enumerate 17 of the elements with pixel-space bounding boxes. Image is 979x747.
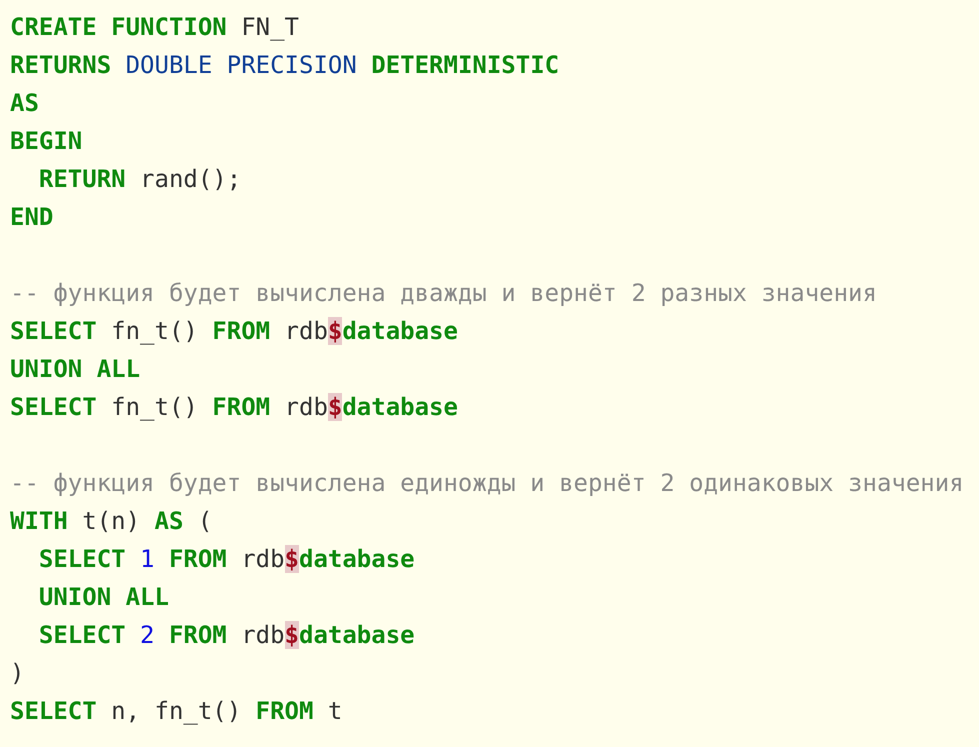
code-line: AS [10, 88, 39, 119]
code-line: RETURN rand(); [38, 164, 242, 195]
code-line: SELECT n, fn_t() FROM t [10, 696, 342, 727]
code-line: ) [10, 658, 24, 689]
code-line: SELECT 2 FROM rdb$database [38, 620, 415, 651]
code-comment: -- функция будет вычислена единожды и вернёт 2 одинаковых значения [10, 468, 964, 499]
code-line: UNION ALL [38, 582, 169, 613]
code-line: CREATE FUNCTION FN_T [10, 12, 299, 43]
code-line: END [10, 202, 54, 233]
code-line: RETURNS DOUBLE PRECISION DETERMINISTIC [10, 50, 560, 81]
code-line: UNION ALL [10, 354, 140, 385]
code-line: SELECT fn_t() FROM rdb$database [10, 316, 458, 347]
code-line: SELECT fn_t() FROM rdb$database [10, 392, 458, 423]
code-line: WITH t(n) AS ( [10, 506, 212, 537]
code-line: BEGIN [10, 126, 82, 157]
code-line: SELECT 1 FROM rdb$database [38, 544, 415, 575]
code-comment: -- функция будет вычислена дважды и вернёт 2 разных значения [10, 278, 877, 309]
